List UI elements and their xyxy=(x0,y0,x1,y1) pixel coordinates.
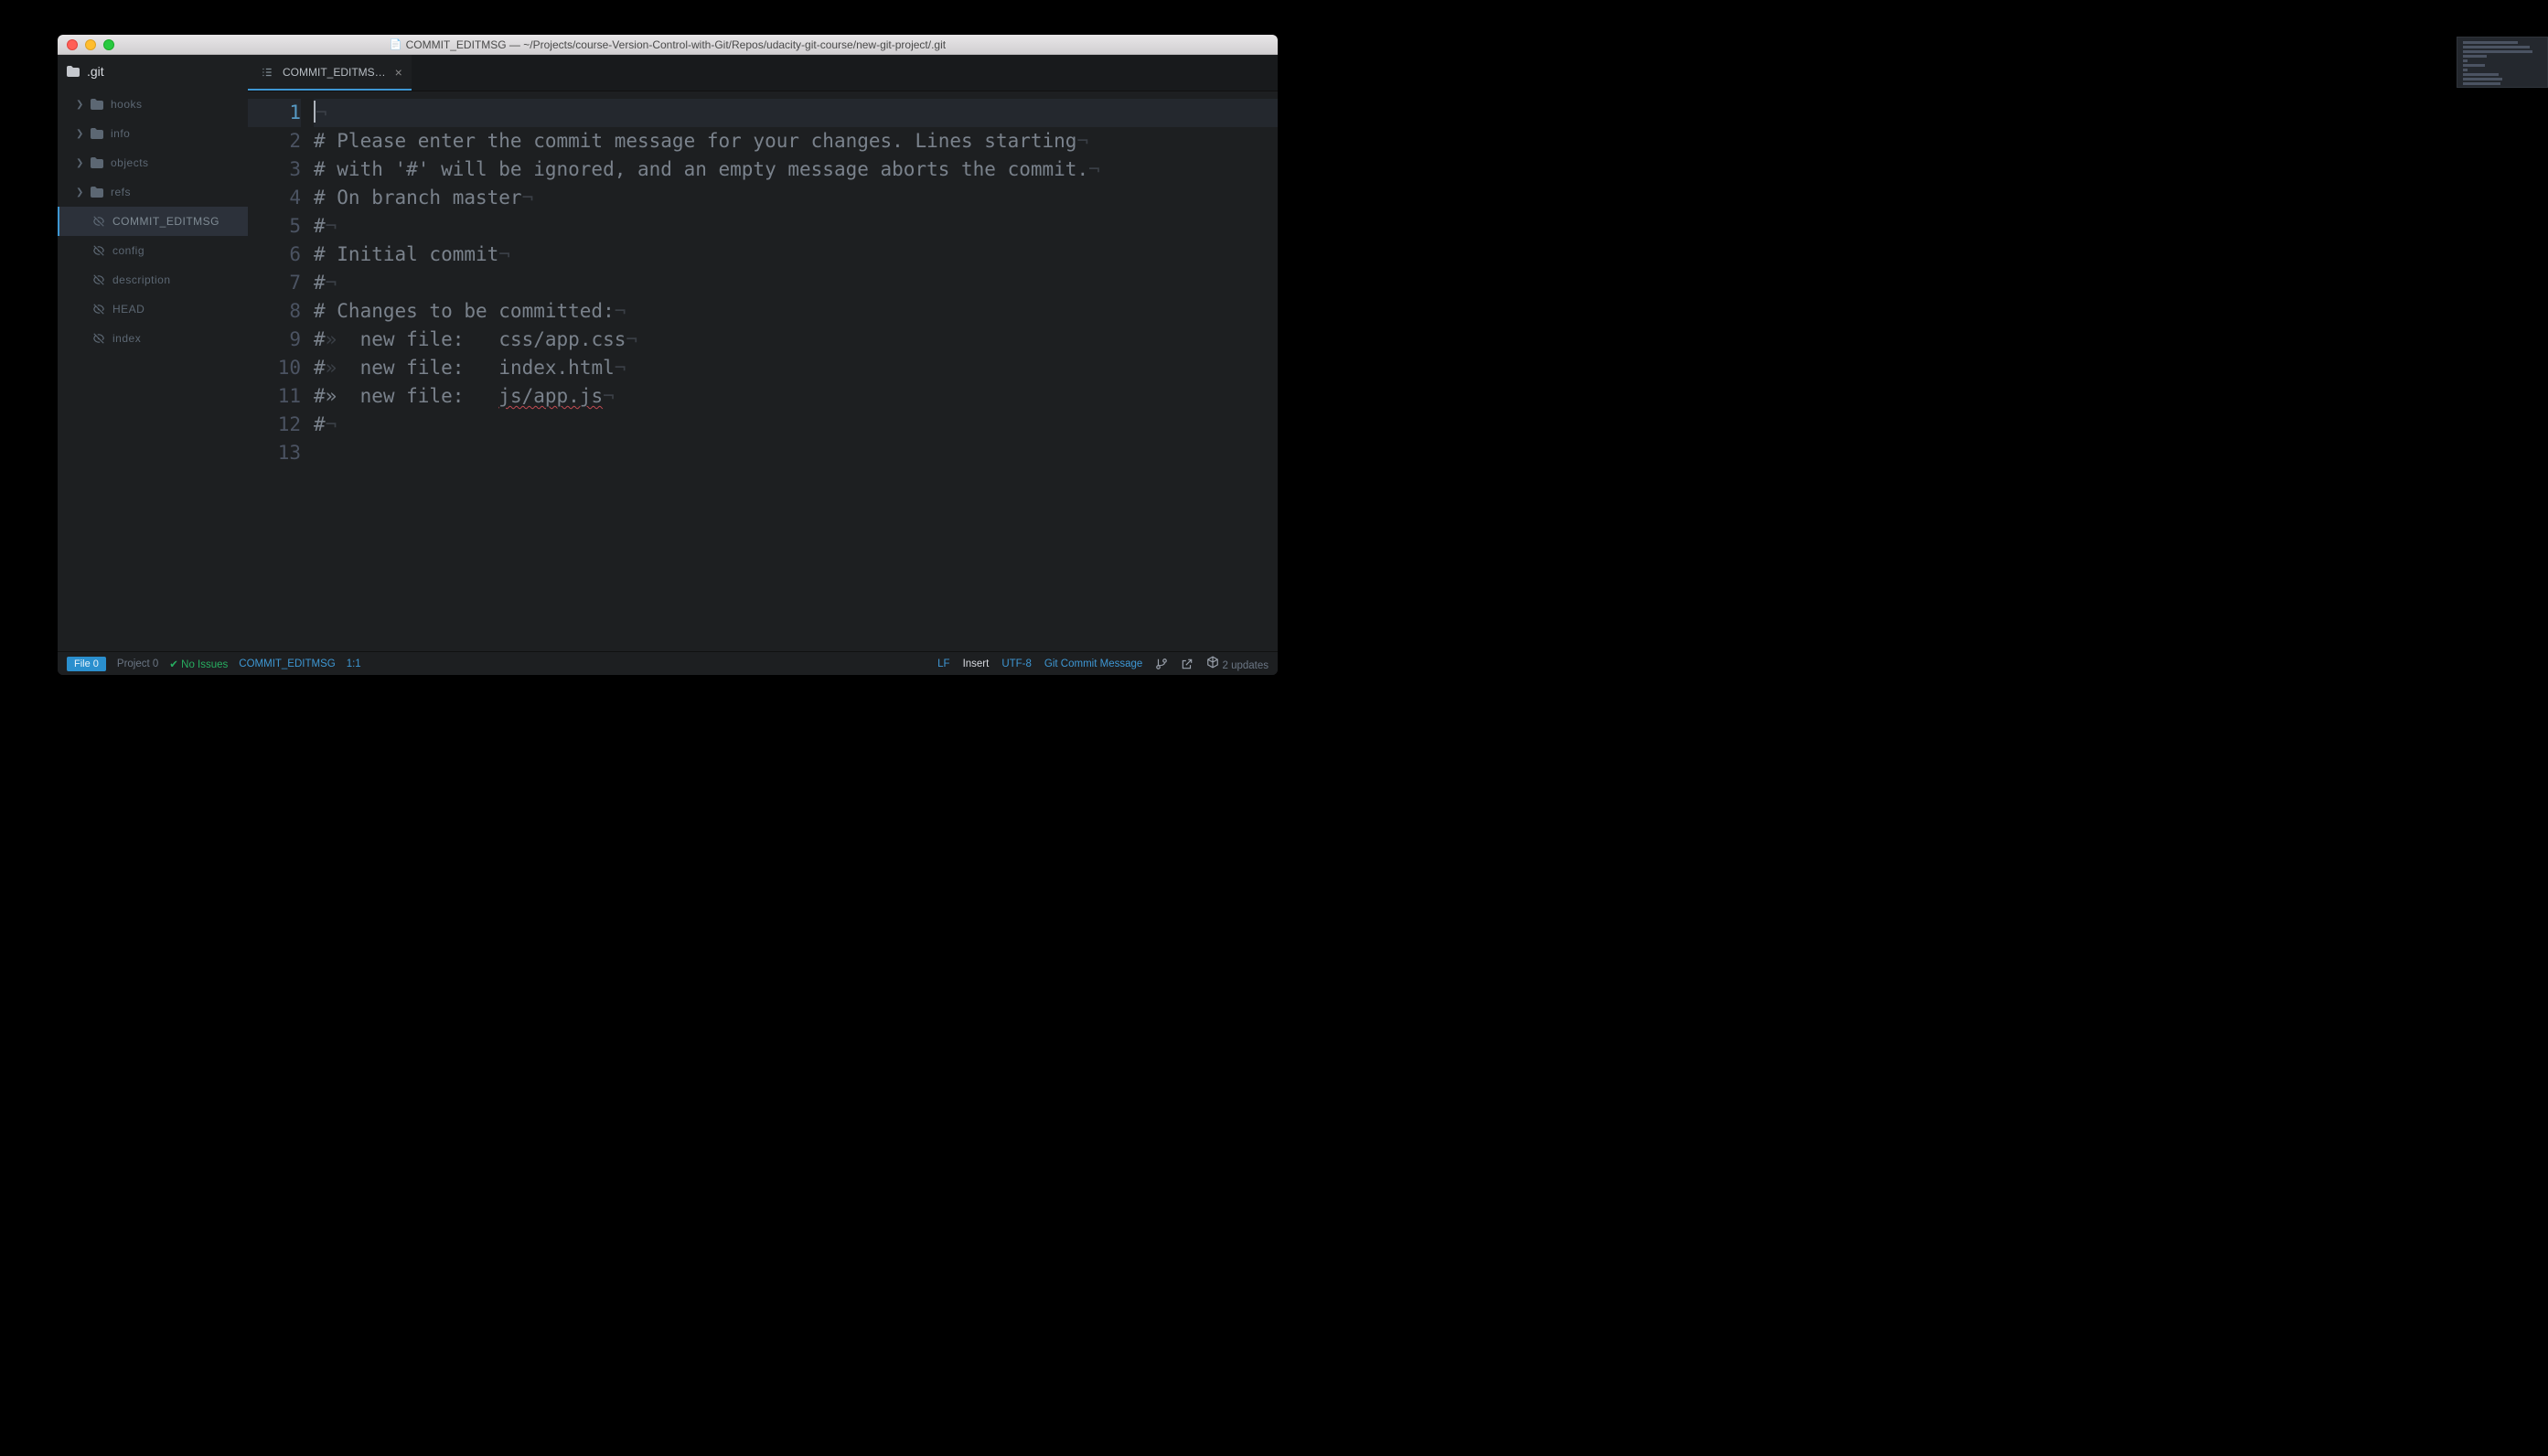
code-line[interactable]: ¬ xyxy=(314,99,1278,127)
tree-folder-info[interactable]: ❯ info xyxy=(58,119,248,148)
status-left: File 0 Project 0 ✔ No Issues COMMIT_EDIT… xyxy=(67,657,361,671)
check-icon: ✔ xyxy=(169,658,178,670)
code-line[interactable]: #» new file: js/app.js¬ xyxy=(314,382,1278,411)
window-title: 📄 COMMIT_EDITMSG — ~/Projects/course-Ver… xyxy=(58,38,1278,51)
status-updates-label: 2 updates xyxy=(1222,660,1269,671)
tree-item-label: description xyxy=(112,273,171,286)
line-number: 10 xyxy=(248,354,301,382)
code-line[interactable]: # Changes to be committed:¬ xyxy=(314,297,1278,326)
status-mode[interactable]: Insert xyxy=(963,658,990,669)
window-title-text: COMMIT_EDITMSG — ~/Projects/course-Versi… xyxy=(406,38,947,51)
chevron-right-icon: ❯ xyxy=(76,129,83,139)
main-area: .git ❯ hooks ❯ info ❯ xyxy=(58,55,1278,651)
line-number: 6 xyxy=(248,241,301,269)
tree-item-label: index xyxy=(112,332,141,345)
tree-folder-objects[interactable]: ❯ objects xyxy=(58,148,248,177)
file-tree-sidebar: .git ❯ hooks ❯ info ❯ xyxy=(58,55,248,651)
eye-off-icon xyxy=(92,244,105,257)
line-number: 13 xyxy=(248,439,301,467)
eye-off-icon xyxy=(92,215,105,228)
tree-item-label: objects xyxy=(111,156,149,169)
tree-item-label: COMMIT_EDITMSG xyxy=(112,215,219,228)
tree: ❯ hooks ❯ info ❯ xyxy=(58,86,248,357)
file-icon: 📄 xyxy=(390,38,402,50)
line-number: 8 xyxy=(248,297,301,326)
chevron-right-icon: ❯ xyxy=(76,100,83,110)
line-number: 4 xyxy=(248,184,301,212)
tree-item-label: refs xyxy=(111,186,131,198)
status-project[interactable]: Project 0 xyxy=(117,658,158,669)
code-content[interactable]: ¬# Please enter the commit message for y… xyxy=(308,91,1278,651)
line-number: 5 xyxy=(248,212,301,241)
tree-item-label: info xyxy=(111,127,130,140)
tab-bar: COMMIT_EDITMS… × xyxy=(248,55,1278,91)
eye-off-icon xyxy=(92,273,105,286)
list-icon xyxy=(261,66,273,79)
sidebar-root-label: .git xyxy=(87,64,104,79)
close-tab-button[interactable]: × xyxy=(395,65,402,80)
code-line[interactable]: # On branch master¬ xyxy=(314,184,1278,212)
sidebar-root[interactable]: .git xyxy=(58,55,248,86)
tab-label: COMMIT_EDITMS… xyxy=(283,66,386,79)
line-number: 2 xyxy=(248,127,301,155)
external-link-icon[interactable] xyxy=(1181,658,1194,670)
code-line[interactable]: # with '#' will be ignored, and an empty… xyxy=(314,155,1278,184)
folder-icon xyxy=(91,157,103,168)
package-icon xyxy=(1206,656,1219,669)
status-encoding[interactable]: UTF-8 xyxy=(1001,658,1032,669)
status-cursor-position[interactable]: 1:1 xyxy=(347,658,361,669)
status-updates[interactable]: 2 updates xyxy=(1206,656,1269,671)
folder-icon xyxy=(91,187,103,198)
tree-folder-hooks[interactable]: ❯ hooks xyxy=(58,90,248,119)
code-line[interactable]: #¬ xyxy=(314,411,1278,439)
line-number: 7 xyxy=(248,269,301,297)
status-line-ending[interactable]: LF xyxy=(937,658,949,669)
status-file-pill[interactable]: File 0 xyxy=(67,657,106,671)
code-line[interactable]: # Please enter the commit message for yo… xyxy=(314,127,1278,155)
titlebar: 📄 COMMIT_EDITMSG — ~/Projects/course-Ver… xyxy=(58,35,1278,55)
status-issues-label: No Issues xyxy=(181,659,228,670)
tree-item-label: hooks xyxy=(111,98,143,111)
tree-file-head[interactable]: HEAD xyxy=(58,294,248,324)
folder-icon xyxy=(91,99,103,110)
code-line[interactable]: #» new file: css/app.css¬ xyxy=(314,326,1278,354)
eye-off-icon xyxy=(92,303,105,316)
status-bar: File 0 Project 0 ✔ No Issues COMMIT_EDIT… xyxy=(58,651,1278,675)
code-line[interactable]: # Initial commit¬ xyxy=(314,241,1278,269)
tree-item-label: HEAD xyxy=(112,303,145,316)
tree-folder-refs[interactable]: ❯ refs xyxy=(58,177,248,207)
eye-off-icon xyxy=(92,332,105,345)
code-line[interactable]: #» new file: index.html¬ xyxy=(314,354,1278,382)
text-editor[interactable]: 12345678910111213 ¬# Please enter the co… xyxy=(248,91,1278,651)
status-grammar[interactable]: Git Commit Message xyxy=(1044,658,1142,669)
folder-icon xyxy=(91,128,103,139)
line-number: 9 xyxy=(248,326,301,354)
code-line[interactable]: #¬ xyxy=(314,269,1278,297)
status-right: LF Insert UTF-8 Git Commit Message 2 upd… xyxy=(937,656,1269,671)
line-number: 11 xyxy=(248,382,301,411)
folder-icon xyxy=(67,66,80,77)
tree-file-index[interactable]: index xyxy=(58,324,248,353)
status-filename[interactable]: COMMIT_EDITMSG xyxy=(239,658,335,669)
editor-pane: COMMIT_EDITMS… × 12345678910111213 ¬# Pl… xyxy=(248,55,1278,651)
chevron-right-icon: ❯ xyxy=(76,187,83,198)
chevron-right-icon: ❯ xyxy=(76,158,83,168)
tree-file-commit-editmsg[interactable]: COMMIT_EDITMSG xyxy=(58,207,248,236)
code-line[interactable] xyxy=(314,439,1278,467)
tree-file-config[interactable]: config xyxy=(58,236,248,265)
editor-window: 📄 COMMIT_EDITMSG — ~/Projects/course-Ver… xyxy=(58,35,1278,675)
tab-commit-editmsg[interactable]: COMMIT_EDITMS… × xyxy=(248,55,412,91)
code-line[interactable]: #¬ xyxy=(314,212,1278,241)
line-number: 12 xyxy=(248,411,301,439)
line-number: 3 xyxy=(248,155,301,184)
line-number-gutter: 12345678910111213 xyxy=(248,91,308,651)
tree-file-description[interactable]: description xyxy=(58,265,248,294)
tree-item-label: config xyxy=(112,244,145,257)
status-issues[interactable]: ✔ No Issues xyxy=(169,658,228,670)
git-branch-icon[interactable] xyxy=(1155,658,1168,670)
line-number: 1 xyxy=(248,99,301,127)
